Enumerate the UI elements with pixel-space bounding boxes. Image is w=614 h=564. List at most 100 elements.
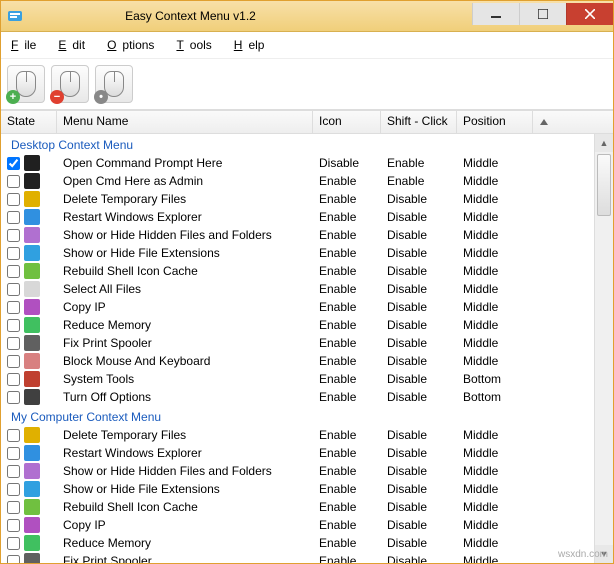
menu-options[interactable]: Options xyxy=(101,36,166,54)
scroll-track[interactable] xyxy=(595,218,613,545)
state-checkbox[interactable] xyxy=(7,465,20,478)
header-state[interactable]: State xyxy=(1,111,57,133)
state-checkbox[interactable] xyxy=(7,355,20,368)
list-item[interactable]: Show or Hide File ExtensionsEnableDisabl… xyxy=(1,244,594,262)
list-item[interactable]: Reduce MemoryEnableDisableMiddle xyxy=(1,534,594,552)
state-checkbox[interactable] xyxy=(7,337,20,350)
state-checkbox[interactable] xyxy=(7,319,20,332)
state-checkbox[interactable] xyxy=(7,211,20,224)
toolbar: + − • xyxy=(1,59,613,110)
state-cell xyxy=(1,245,57,261)
header-position[interactable]: Position xyxy=(457,111,533,133)
titlebar[interactable]: Easy Context Menu v1.2 xyxy=(1,1,613,32)
menu-name-cell: Block Mouse And Keyboard xyxy=(57,354,313,368)
state-checkbox[interactable] xyxy=(7,501,20,514)
icon-cell: Enable xyxy=(313,354,381,368)
position-cell: Middle xyxy=(457,228,533,242)
list-item[interactable]: Show or Hide Hidden Files and FoldersEna… xyxy=(1,462,594,480)
add-context-button[interactable]: + xyxy=(7,65,45,103)
state-cell xyxy=(1,445,57,461)
menu-name-cell: Delete Temporary Files xyxy=(57,428,313,442)
state-checkbox[interactable] xyxy=(7,175,20,188)
state-checkbox[interactable] xyxy=(7,519,20,532)
state-checkbox[interactable] xyxy=(7,555,20,564)
menu-file[interactable]: File xyxy=(5,36,48,54)
list-item[interactable]: Rebuild Shell Icon CacheEnableDisableMid… xyxy=(1,498,594,516)
item-icon xyxy=(24,245,40,261)
list-item[interactable]: Show or Hide File ExtensionsEnableDisabl… xyxy=(1,480,594,498)
menu-tools[interactable]: Tools xyxy=(170,36,223,54)
shift-click-cell: Disable xyxy=(381,482,457,496)
header-shift-click[interactable]: Shift - Click xyxy=(381,111,457,133)
list-item[interactable]: Open Cmd Here as AdminEnableEnableMiddle xyxy=(1,172,594,190)
state-checkbox[interactable] xyxy=(7,229,20,242)
list-item[interactable]: Reduce MemoryEnableDisableMiddle xyxy=(1,316,594,334)
shift-click-cell: Disable xyxy=(381,318,457,332)
item-icon xyxy=(24,263,40,279)
list-item[interactable]: Select All FilesEnableDisableMiddle xyxy=(1,280,594,298)
state-checkbox[interactable] xyxy=(7,301,20,314)
header-icon[interactable]: Icon xyxy=(313,111,381,133)
list-body: Desktop Context MenuOpen Command Prompt … xyxy=(1,134,613,563)
list-item[interactable]: Restart Windows ExplorerEnableDisableMid… xyxy=(1,444,594,462)
icon-cell: Enable xyxy=(313,192,381,206)
list-item[interactable]: Show or Hide Hidden Files and FoldersEna… xyxy=(1,226,594,244)
item-icon xyxy=(24,335,40,351)
state-checkbox[interactable] xyxy=(7,429,20,442)
minimize-button[interactable] xyxy=(472,3,519,25)
icon-cell: Enable xyxy=(313,246,381,260)
rows-container: Desktop Context MenuOpen Command Prompt … xyxy=(1,134,594,563)
list-item[interactable]: Restart Windows ExplorerEnableDisableMid… xyxy=(1,208,594,226)
item-icon xyxy=(24,499,40,515)
app-icon xyxy=(7,8,23,24)
header-menu-name[interactable]: Menu Name xyxy=(57,111,313,133)
state-checkbox[interactable] xyxy=(7,391,20,404)
list-item[interactable]: Fix Print SpoolerEnableDisableMiddle xyxy=(1,552,594,563)
position-cell: Middle xyxy=(457,210,533,224)
item-icon xyxy=(24,463,40,479)
group-header: My Computer Context Menu xyxy=(1,406,594,426)
state-checkbox[interactable] xyxy=(7,483,20,496)
scroll-thumb[interactable] xyxy=(597,154,611,216)
list-item[interactable]: Open Command Prompt HereDisableEnableMid… xyxy=(1,154,594,172)
list-item[interactable]: Copy IPEnableDisableMiddle xyxy=(1,298,594,316)
remove-context-button[interactable]: − xyxy=(51,65,89,103)
menu-name-cell: Rebuild Shell Icon Cache xyxy=(57,264,313,278)
icon-cell: Enable xyxy=(313,500,381,514)
state-checkbox[interactable] xyxy=(7,283,20,296)
list-item[interactable]: Copy IPEnableDisableMiddle xyxy=(1,516,594,534)
list-item[interactable]: Turn Off OptionsEnableDisableBottom xyxy=(1,388,594,406)
item-icon xyxy=(24,517,40,533)
state-checkbox[interactable] xyxy=(7,373,20,386)
menu-help[interactable]: Help xyxy=(228,36,277,54)
position-cell: Middle xyxy=(457,174,533,188)
list-item[interactable]: System ToolsEnableDisableBottom xyxy=(1,370,594,388)
icon-cell: Enable xyxy=(313,536,381,550)
state-checkbox[interactable] xyxy=(7,247,20,260)
scroll-up-button[interactable]: ▲ xyxy=(595,134,613,152)
header-scroll-up[interactable] xyxy=(533,111,555,133)
list-item[interactable]: Block Mouse And KeyboardEnableDisableMid… xyxy=(1,352,594,370)
settings-context-button[interactable]: • xyxy=(95,65,133,103)
item-icon xyxy=(24,227,40,243)
state-cell xyxy=(1,317,57,333)
state-cell xyxy=(1,155,57,171)
list-item[interactable]: Fix Print SpoolerEnableDisableMiddle xyxy=(1,334,594,352)
position-cell: Middle xyxy=(457,246,533,260)
close-button[interactable] xyxy=(566,3,613,25)
list-item[interactable]: Rebuild Shell Icon CacheEnableDisableMid… xyxy=(1,262,594,280)
state-checkbox[interactable] xyxy=(7,265,20,278)
state-cell xyxy=(1,227,57,243)
shift-click-cell: Disable xyxy=(381,300,457,314)
maximize-button[interactable] xyxy=(519,3,566,25)
list-item[interactable]: Delete Temporary FilesEnableDisableMiddl… xyxy=(1,190,594,208)
position-cell: Middle xyxy=(457,464,533,478)
vertical-scrollbar[interactable]: ▲ ▼ xyxy=(594,134,613,563)
state-checkbox[interactable] xyxy=(7,193,20,206)
state-checkbox[interactable] xyxy=(7,157,20,170)
icon-cell: Enable xyxy=(313,372,381,386)
state-checkbox[interactable] xyxy=(7,537,20,550)
menu-edit[interactable]: Edit xyxy=(52,36,97,54)
state-checkbox[interactable] xyxy=(7,447,20,460)
list-item[interactable]: Delete Temporary FilesEnableDisableMiddl… xyxy=(1,426,594,444)
